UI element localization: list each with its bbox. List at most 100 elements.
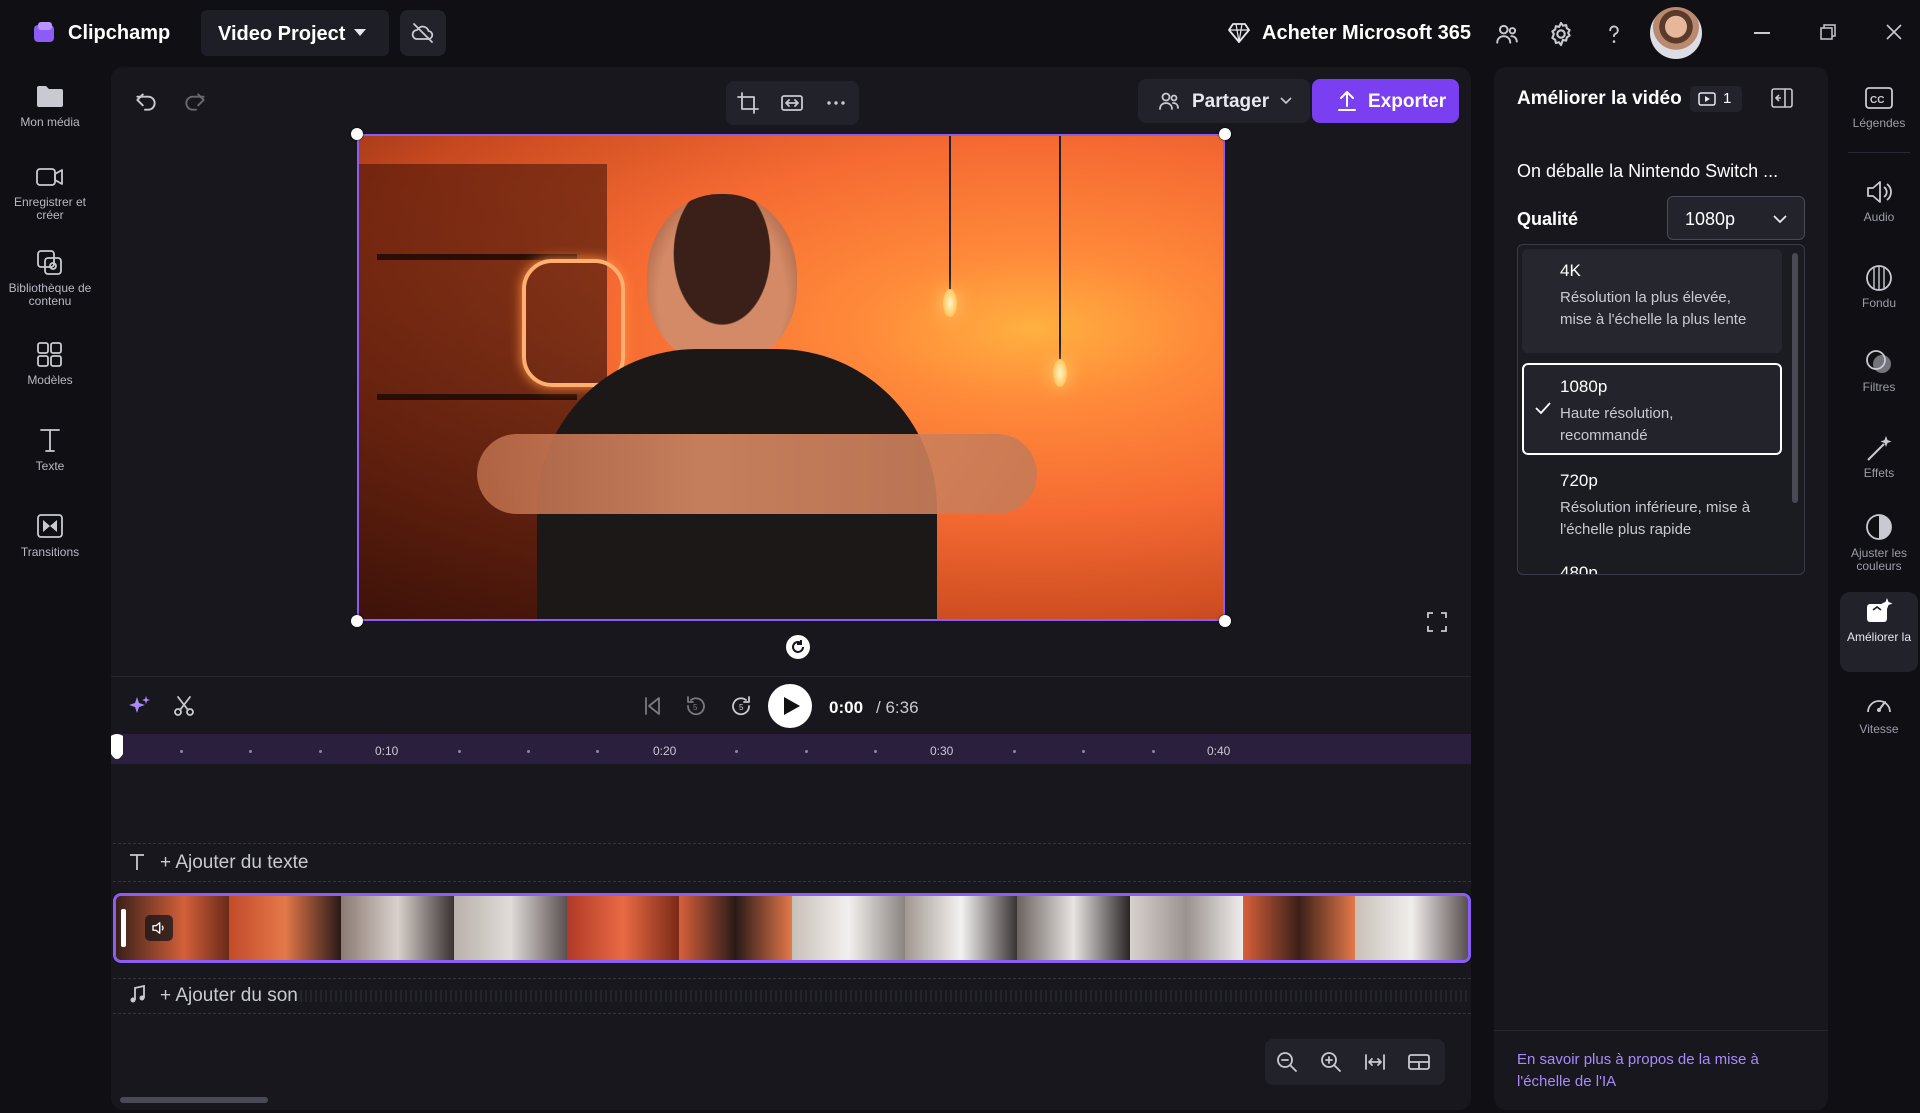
right-nav-captions[interactable]: CC Légendes: [1838, 86, 1920, 130]
gear-icon: [1551, 21, 1571, 47]
export-button[interactable]: Exporter: [1312, 79, 1459, 123]
svg-text:5: 5: [739, 703, 744, 712]
people-icon: [1496, 24, 1518, 44]
left-nav-label: Transitions: [20, 545, 80, 559]
add-text-track[interactable]: + Ajouter du texte: [160, 852, 308, 874]
quality-select[interactable]: 1080p: [1667, 196, 1805, 240]
zoom-out-icon: [1277, 1052, 1297, 1072]
help-icon: [1609, 25, 1619, 43]
check-icon: [1535, 402, 1551, 415]
learn-more-link[interactable]: En savoir plus à propos de la mise à l'é…: [1517, 1049, 1797, 1093]
ruler-tick-dot: [1082, 750, 1085, 753]
right-nav-label: Audio: [1863, 210, 1895, 224]
split-button[interactable]: [172, 694, 196, 718]
right-nav-enhance[interactable]: Améliorer la: [1840, 592, 1918, 672]
fullscreen-button[interactable]: [1426, 611, 1448, 633]
left-nav-text[interactable]: Texte: [0, 426, 100, 473]
cloud-sync-off-button[interactable]: [400, 10, 446, 56]
rotate-handle[interactable]: [786, 635, 810, 659]
right-nav-speed[interactable]: Vitesse: [1838, 690, 1920, 736]
quality-option-720p[interactable]: 720p Résolution inférieure, mise à l'éch…: [1522, 459, 1782, 547]
video-name: On déballe la Nintendo Switch ...: [1517, 161, 1779, 181]
export-label: Exporter: [1368, 91, 1447, 112]
app-name: Clipchamp: [68, 22, 171, 44]
fit-button[interactable]: [780, 91, 804, 115]
playhead[interactable]: [111, 734, 123, 764]
clip-thumbnail: [1355, 896, 1468, 960]
left-nav-templates[interactable]: Modèles: [0, 340, 100, 387]
clip-mute-button[interactable]: [145, 915, 173, 941]
crop-icon: [737, 92, 759, 114]
fit-icon: [781, 95, 803, 111]
restore-icon[interactable]: [1820, 24, 1836, 40]
right-nav-filters[interactable]: Filtres: [1838, 348, 1920, 394]
settings-button[interactable]: [1547, 20, 1575, 48]
speed-icon: [1867, 700, 1891, 713]
ruler-tick-label: 0:40: [1207, 744, 1231, 758]
current-time: 0:00: [829, 698, 864, 717]
right-nav-fade[interactable]: Fondu: [1838, 264, 1920, 310]
resize-handle[interactable]: [351, 615, 363, 627]
rewind-5-button[interactable]: 5: [684, 694, 708, 718]
share-people-button[interactable]: [1494, 21, 1520, 47]
timeline-view-button[interactable]: [1407, 1050, 1431, 1074]
video-clip-icon: [1698, 92, 1716, 106]
clip-trim-handle[interactable]: [121, 909, 126, 947]
resize-handle[interactable]: [351, 128, 363, 140]
resize-handle[interactable]: [1219, 128, 1231, 140]
enhance-icon: [1867, 598, 1893, 622]
project-title-dropdown[interactable]: Video Project: [201, 10, 389, 56]
zoom-in-button[interactable]: [1319, 1050, 1343, 1074]
play-icon: [784, 697, 800, 715]
resize-handle[interactable]: [1219, 615, 1231, 627]
redo-icon: [185, 93, 205, 111]
timeline-scrollbar[interactable]: [120, 1097, 268, 1103]
clip-thumbnail: [454, 896, 567, 960]
option-name: 1080p: [1560, 377, 1608, 396]
buy-microsoft-365-link[interactable]: Acheter Microsoft 365: [1262, 22, 1471, 45]
ruler-tick-dot: [319, 750, 322, 753]
ai-magic-button[interactable]: [128, 694, 152, 718]
collapse-panel-button[interactable]: [1770, 87, 1794, 109]
forward-5-button[interactable]: 5: [729, 694, 753, 718]
timeline-ruler[interactable]: [111, 734, 1471, 764]
skip-back-button[interactable]: [640, 694, 664, 718]
top-bar: Clipchamp Video Project Acheter Microsof…: [0, 0, 1920, 66]
undo-button[interactable]: [133, 88, 159, 114]
help-button[interactable]: [1601, 20, 1627, 48]
right-nav-label: Fondu: [1861, 296, 1897, 310]
zoom-out-button[interactable]: [1275, 1050, 1299, 1074]
left-nav-library[interactable]: Bibliothèque de contenu: [0, 248, 100, 308]
play-button[interactable]: [768, 684, 812, 728]
option-name: 720p: [1560, 471, 1598, 490]
audio-waveform-placeholder: [300, 990, 1470, 1002]
fit-timeline-button[interactable]: [1363, 1050, 1387, 1074]
left-nav-record[interactable]: Enregistrer et créer: [0, 164, 100, 222]
ruler-tick-dot: [527, 750, 530, 753]
right-nav-adjust-colors[interactable]: Ajuster les couleurs: [1838, 512, 1920, 573]
ruler-tick-label: 0:10: [375, 744, 399, 758]
dropdown-scrollbar[interactable]: [1792, 253, 1798, 503]
diamond-icon: [1227, 21, 1251, 45]
rotate-icon: [792, 640, 804, 653]
minimize-icon[interactable]: [1754, 32, 1770, 34]
right-nav-audio[interactable]: Audio: [1838, 178, 1920, 224]
audio-icon: [1867, 181, 1892, 203]
clip-count: 1: [1723, 90, 1732, 107]
quality-option-4k[interactable]: 4K Résolution la plus élevée, mise à l'é…: [1522, 249, 1782, 353]
clip-count-badge: 1: [1690, 86, 1742, 112]
more-options-button[interactable]: [824, 91, 848, 115]
video-clip[interactable]: [113, 893, 1471, 963]
quality-option-1080p[interactable]: 1080p Haute résolution, recommandé: [1522, 363, 1782, 455]
crop-button[interactable]: [736, 91, 760, 115]
right-nav-effects[interactable]: Effets: [1838, 434, 1920, 480]
quality-option-480p[interactable]: 480p: [1522, 551, 1782, 574]
close-icon[interactable]: [1886, 24, 1902, 40]
share-button[interactable]: Partager: [1138, 79, 1310, 123]
redo-button[interactable]: [182, 88, 208, 114]
left-nav-transitions[interactable]: Transitions: [0, 512, 100, 559]
add-audio-track[interactable]: + Ajouter du son: [160, 985, 298, 1007]
left-nav-media[interactable]: Mon média: [0, 82, 100, 129]
text-icon: [40, 429, 60, 452]
avatar[interactable]: [1650, 7, 1702, 59]
